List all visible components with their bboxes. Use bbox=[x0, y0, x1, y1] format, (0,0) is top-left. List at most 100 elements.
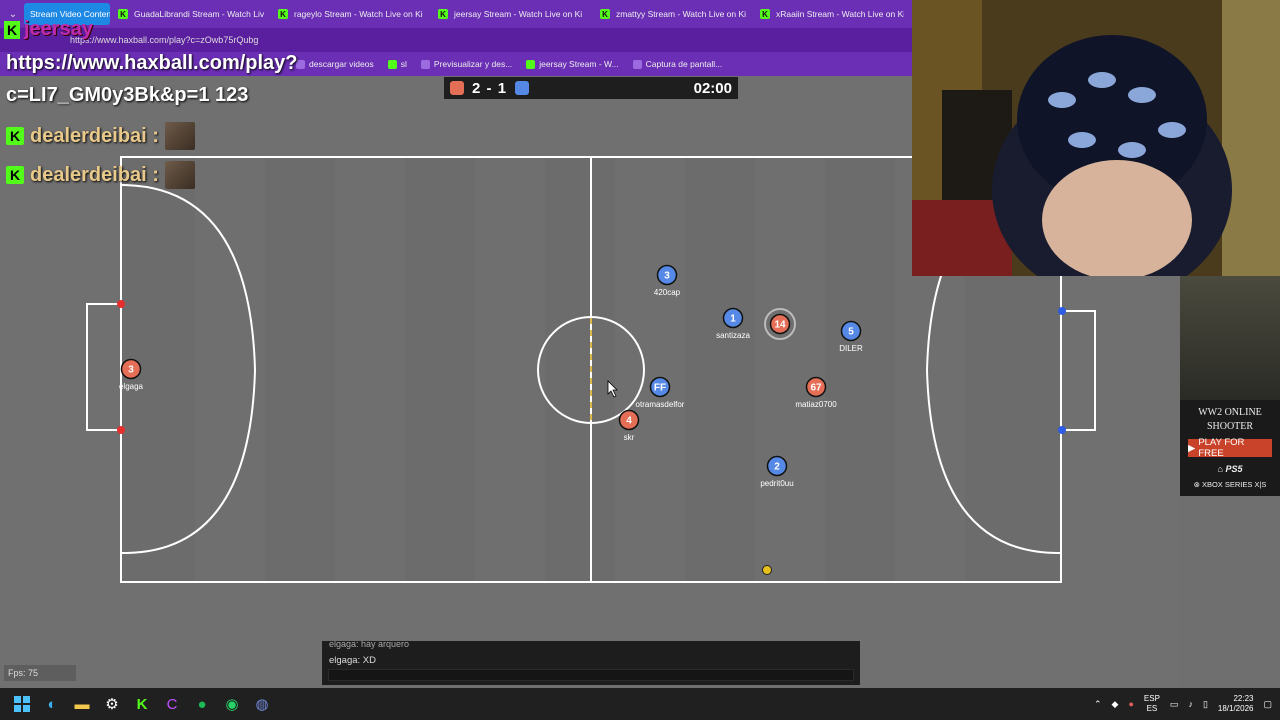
player-name: skr bbox=[624, 433, 635, 442]
webcam-image bbox=[912, 0, 1280, 276]
kick-icon: K bbox=[278, 9, 288, 19]
file-explorer-icon[interactable]: ▬ bbox=[68, 690, 96, 718]
kick-icon: K bbox=[438, 9, 448, 19]
player-number: 14 bbox=[774, 320, 786, 331]
bookmark-label: descargar videos bbox=[309, 59, 374, 69]
playstation-icon: ⌂ bbox=[1217, 464, 1223, 474]
ad-cta-label: PLAY FOR FREE bbox=[1198, 437, 1245, 459]
tab-jeersay[interactable]: K jeersay Stream - Watch Live on Ki ✕ bbox=[432, 3, 592, 25]
clock[interactable]: 22:23 18/1/2026 bbox=[1218, 694, 1254, 714]
kick-icon: K bbox=[760, 9, 770, 19]
tab-zmattyy[interactable]: K zmattyy Stream - Watch Live on Ki ✕ bbox=[594, 3, 752, 25]
player-name: otramasdelfor bbox=[636, 400, 685, 409]
player-number: FF bbox=[654, 383, 666, 394]
bookmark-label: sl bbox=[400, 59, 407, 69]
player-number: 4 bbox=[626, 416, 632, 427]
address-bar[interactable]: https://www.haxball.com/play?c=zOwb75rQu… bbox=[0, 28, 912, 52]
player-name: pedrit0uu bbox=[760, 479, 793, 488]
windows-taskbar: ◐ ▬ ⚙ K C ● ◉ ◍ ⌃ ◆ ● ESP ES ▭ ♪ ▯ 22:23… bbox=[0, 688, 1280, 720]
kick-icon: K bbox=[6, 166, 24, 184]
bookmark-label: Previsualizar y des... bbox=[433, 59, 513, 69]
clock-date: 18/1/2026 bbox=[1217, 704, 1254, 713]
bookmark-icon bbox=[387, 59, 397, 69]
notification-icon[interactable]: ▢ bbox=[1263, 699, 1272, 710]
bookmark-item[interactable]: sl bbox=[387, 59, 407, 69]
player-name: DILER bbox=[839, 344, 863, 353]
tab-label: jeersay Stream - Watch Live on Ki bbox=[454, 9, 583, 19]
red-score: 2 bbox=[472, 79, 482, 97]
lang-region: ES bbox=[1146, 704, 1158, 713]
platform-label: XBOX SERIES X|S bbox=[1201, 480, 1267, 489]
advertisement[interactable]: WW2 ONLINE SHOOTER ▶ PLAY FOR FREE ⌂ PS5… bbox=[1180, 276, 1280, 496]
volume-icon[interactable]: ♪ bbox=[1188, 699, 1193, 709]
controller-icon[interactable]: ◆ bbox=[1112, 699, 1119, 710]
tab-label: xRaaiin Stream - Watch Live on Ki bbox=[776, 9, 904, 19]
player-number: 1 bbox=[730, 314, 736, 325]
player-number: 67 bbox=[810, 383, 822, 394]
platform-label: PS5 bbox=[1225, 464, 1243, 474]
kick-icon: K bbox=[4, 20, 20, 39]
kick-icon: K bbox=[6, 127, 24, 145]
bookmark-item[interactable]: Captura de pantall... bbox=[632, 59, 723, 69]
chevron-up-icon[interactable]: ⌃ bbox=[1094, 699, 1102, 710]
clock-time: 22:23 bbox=[1233, 694, 1254, 703]
discord-icon[interactable]: ◍ bbox=[248, 690, 276, 718]
play-icon: ▶ bbox=[1188, 442, 1196, 454]
blue-team-color bbox=[515, 81, 530, 95]
channel-name: jeersay bbox=[24, 18, 93, 40]
system-tray: ⌃ ◆ ● ESP ES ▭ ♪ ▯ 22:23 18/1/2026 ▢ bbox=[1094, 688, 1280, 720]
red-team-color bbox=[450, 81, 464, 95]
whatsapp-icon[interactable]: ◉ bbox=[218, 690, 246, 718]
tab-label: GuadaLibrandi Stream - Watch Liv bbox=[134, 9, 265, 19]
overlay-chat-line: K dealerdeibai : bbox=[6, 161, 195, 189]
windows-start-icon[interactable] bbox=[8, 690, 36, 718]
tab-guadalibrandi[interactable]: K GuadaLibrandi Stream - Watch Liv ✕ bbox=[112, 3, 270, 25]
twitch-icon[interactable]: C bbox=[158, 690, 186, 718]
bookmark-item[interactable]: Previsualizar y des... bbox=[420, 59, 513, 69]
ad-platform-ps5: ⌂ PS5 bbox=[1180, 464, 1280, 474]
ad-platform-xbox: ⊗ XBOX SERIES X|S bbox=[1180, 480, 1280, 489]
bookmark-label: Captura de pantall... bbox=[645, 59, 723, 69]
score-text: 2 - 1 bbox=[472, 80, 507, 97]
bookmark-item[interactable]: descargar videos bbox=[296, 59, 374, 69]
bookmark-item[interactable]: jeersay Stream - W... bbox=[526, 59, 619, 69]
tab-xraaiin[interactable]: K xRaaiin Stream - Watch Live on Ki bbox=[754, 3, 904, 25]
battery-icon[interactable]: ▯ bbox=[1203, 699, 1208, 710]
player-name: elgaga bbox=[119, 382, 144, 391]
browser-tab-bar: ⌄ Stream Video Content K GuadaLibrandi S… bbox=[0, 0, 912, 28]
ad-title-line: SHOOTER bbox=[1206, 421, 1254, 432]
score-separator: - bbox=[486, 79, 493, 97]
overlay-room-text: c=LI7_GM0y3Bk&p=1 123 bbox=[6, 84, 249, 106]
xbox-icon: ⊗ bbox=[1193, 480, 1200, 489]
address-url[interactable]: https://www.haxball.com/play?c=zOwb75rQu… bbox=[70, 35, 258, 45]
kick-icon bbox=[526, 59, 536, 69]
chat-username: dealerdeibai : bbox=[30, 163, 159, 186]
ad-title-line: WW2 ONLINE bbox=[1198, 407, 1262, 418]
spotify-icon[interactable]: ● bbox=[188, 690, 216, 718]
game-chat: elgaga: hay arquero elgaga: XD bbox=[322, 641, 860, 685]
chat-input[interactable] bbox=[328, 669, 854, 681]
edge-browser-icon[interactable]: ◐ bbox=[38, 690, 66, 718]
player-number: 5 bbox=[848, 327, 854, 338]
overlay-url-text: https://www.haxball.com/play? bbox=[6, 52, 298, 74]
kick-app-icon[interactable]: K bbox=[128, 690, 156, 718]
settings-icon[interactable]: ⚙ bbox=[98, 690, 126, 718]
match-timer: 02:00 bbox=[693, 79, 732, 97]
chat-emote-image bbox=[164, 161, 195, 189]
lang-code: ESP bbox=[1143, 694, 1160, 703]
player-number: 2 bbox=[774, 462, 780, 473]
scissors-icon bbox=[632, 59, 642, 69]
bookmark-label: jeersay Stream - W... bbox=[539, 59, 619, 69]
chat-message: elgaga: XD bbox=[329, 655, 377, 666]
tab-rageylo[interactable]: K rageylo Stream - Watch Live on Ki ✕ bbox=[272, 3, 430, 25]
language-indicator[interactable]: ESP ES bbox=[1144, 694, 1160, 714]
player-name: 420cap bbox=[654, 288, 681, 297]
blue-score: 1 bbox=[497, 79, 508, 97]
tab-label: zmattyy Stream - Watch Live on Ki bbox=[616, 9, 747, 19]
player-number: 3 bbox=[128, 365, 134, 376]
player-name: santizaza bbox=[716, 331, 750, 340]
scoreboard: 2 - 1 02:00 bbox=[444, 77, 738, 99]
ad-play-button[interactable]: ▶ PLAY FOR FREE bbox=[1188, 437, 1272, 459]
microphone-icon[interactable]: ● bbox=[1128, 699, 1133, 709]
network-icon[interactable]: ▭ bbox=[1170, 699, 1179, 710]
